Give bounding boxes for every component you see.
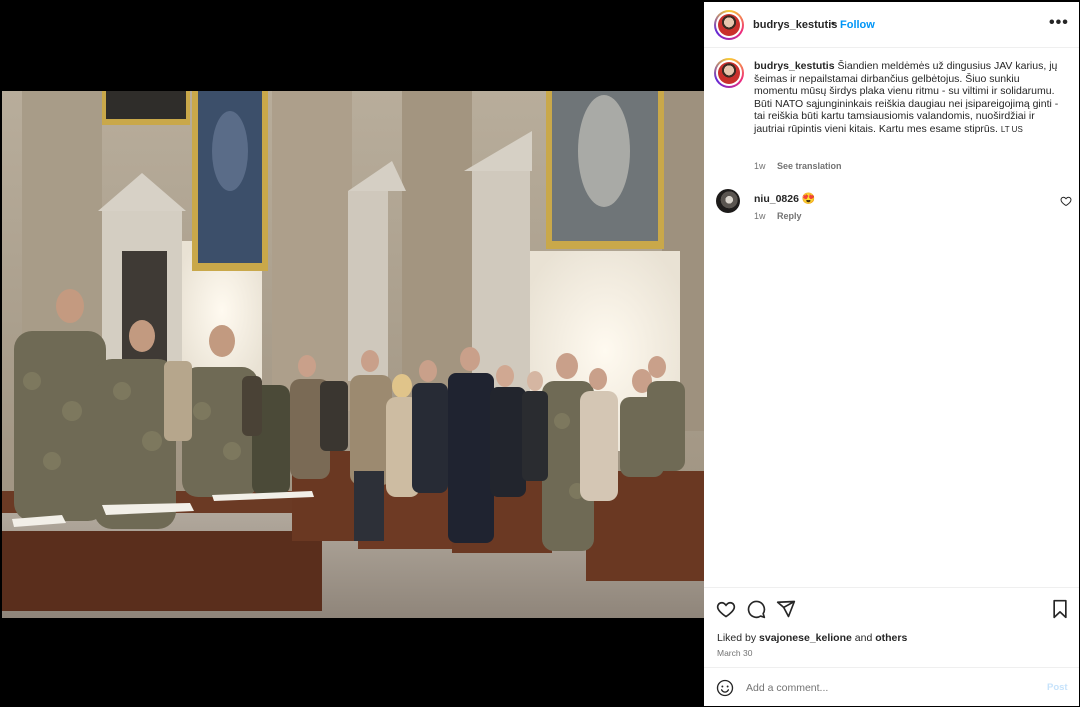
comment-username[interactable]: niu_0826 [754,193,799,205]
post-photo[interactable] [2,91,704,618]
caption-text: budrys_kestutis Šiandien meldėmės už ding… [754,60,1064,137]
post-date[interactable]: March 30 [717,648,752,658]
comment-avatar[interactable] [716,189,740,213]
post-actions: Liked by svajonese_kelione and others Ma… [704,587,1079,667]
likes-user-link[interactable]: svajonese_kelione [759,632,852,644]
comment-heart-icon[interactable] [1060,195,1072,207]
author-username[interactable]: budrys_kestutis [753,19,837,31]
post-sidebar: budrys_kestutis • Follow ••• budrys_kest… [704,2,1079,706]
author-avatar[interactable] [714,10,744,40]
comment-text: niu_0826 😍 [754,192,816,205]
likes-summary: Liked by svajonese_kelione and others [717,632,907,644]
post-media [0,0,704,707]
emoji-icon[interactable] [716,679,734,697]
caption-meta: 1w See translation [754,161,851,171]
post-comment-button[interactable]: Post [1047,682,1068,693]
more-horizontal-icon[interactable]: ••• [1049,14,1069,32]
church-photo [2,91,704,618]
comment-time[interactable]: 1w [754,211,766,221]
flag-emojis: LT US [1000,124,1023,134]
post-header: budrys_kestutis • Follow ••• [704,2,1079,48]
share-icon[interactable] [776,599,796,619]
add-comment-bar: Post [704,667,1079,706]
post-modal: budrys_kestutis • Follow ••• budrys_kest… [0,0,1080,707]
caption-author-username[interactable]: budrys_kestutis [754,60,835,72]
reply-button[interactable]: Reply [777,211,802,221]
see-translation-link[interactable]: See translation [777,161,842,171]
caption-author-avatar[interactable] [714,58,744,88]
bookmark-icon[interactable] [1050,599,1070,619]
comment-icon[interactable] [746,599,766,619]
heart-icon[interactable] [716,599,736,619]
comment-input[interactable] [746,678,1036,698]
likes-prefix: Liked by [717,632,757,644]
likes-and: and [854,632,873,644]
comment-body: 😍 [801,193,816,205]
caption-time[interactable]: 1w [754,161,766,171]
comment-meta: 1w Reply [754,211,811,221]
follow-button[interactable]: Follow [840,19,875,31]
separator-dot: • [831,18,835,30]
likes-others-link[interactable]: others [875,632,907,644]
